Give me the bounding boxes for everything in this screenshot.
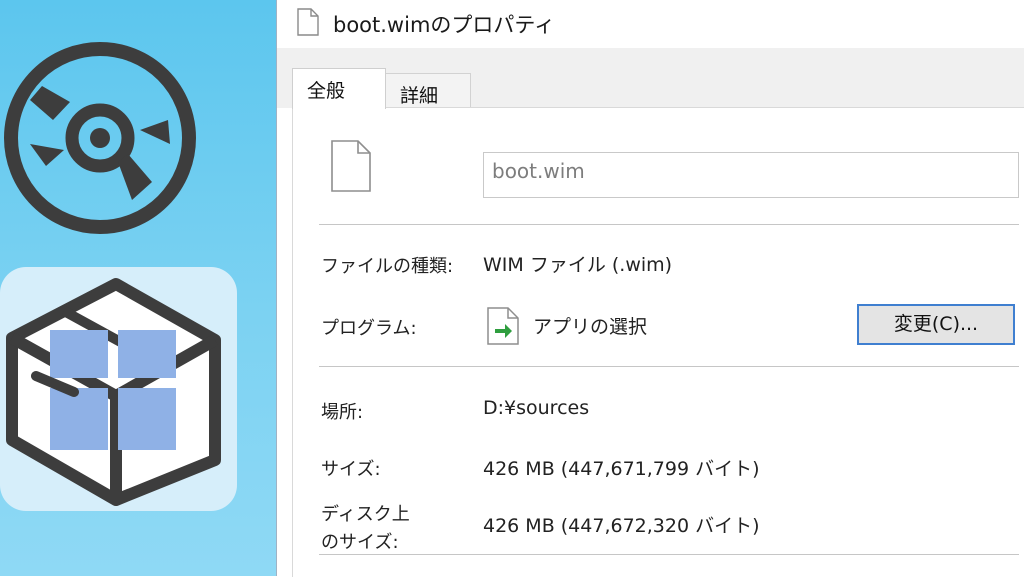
left-panel [0, 0, 276, 576]
size-value: 426 MB (447,671,799 バイト) [483, 458, 760, 480]
window-title: boot.wimのプロパティ [333, 13, 556, 37]
file-type-value: WIM ファイル (.wim) [483, 254, 673, 276]
separator [319, 366, 1019, 367]
file-icon [331, 140, 371, 192]
package-icon [6, 278, 221, 506]
document-icon [297, 8, 319, 36]
properties-dialog: boot.wimのプロパティ 全般 詳細 boot.wim ファイルの種類: W… [276, 0, 1024, 577]
separator [319, 554, 1019, 555]
location-label: 場所: [321, 402, 364, 423]
program-label: プログラム: [321, 318, 417, 339]
size-on-disk-label-line1: ディスク上 [321, 504, 410, 525]
disc-icon [4, 42, 196, 234]
filename-input[interactable]: boot.wim [483, 152, 1019, 198]
location-value: D:¥sources [483, 397, 590, 419]
tab-details[interactable]: 詳細 [385, 73, 471, 109]
size-on-disk-label-line2: のサイズ: [321, 532, 399, 553]
tab-strip: 全般 詳細 [277, 48, 1024, 109]
change-program-button[interactable]: 変更(C)... [857, 304, 1015, 345]
size-label: サイズ: [321, 459, 381, 480]
program-value: アプリの選択 [533, 316, 648, 338]
app-select-icon [487, 307, 519, 345]
title-bar: boot.wimのプロパティ [277, 0, 1024, 48]
file-type-label: ファイルの種類: [321, 256, 454, 277]
separator [319, 224, 1019, 225]
general-tab-panel: boot.wim ファイルの種類: WIM ファイル (.wim) プログラム:… [292, 107, 1024, 577]
size-on-disk-value: 426 MB (447,672,320 バイト) [483, 515, 760, 537]
tab-general[interactable]: 全般 [292, 68, 386, 109]
